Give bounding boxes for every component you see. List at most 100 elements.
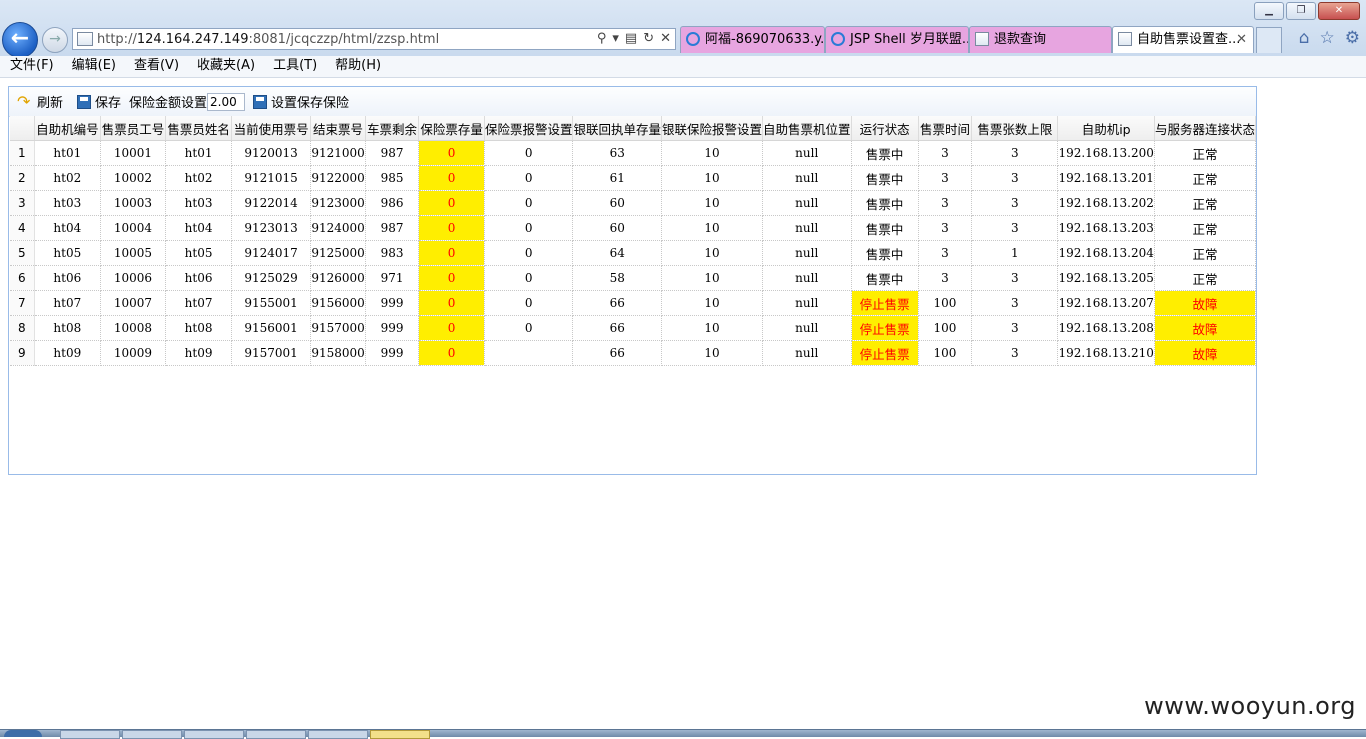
table-cell[interactable]: 100	[918, 290, 973, 316]
table-cell[interactable]: 0	[484, 290, 574, 316]
table-cell[interactable]: ht07	[165, 290, 232, 316]
taskbar-item[interactable]	[184, 730, 244, 739]
table-cell[interactable]: 985	[365, 165, 420, 191]
table-cell[interactable]: 9124000	[310, 215, 366, 241]
table-cell[interactable]: 正常	[1154, 190, 1257, 216]
table-cell[interactable]: 987	[365, 140, 420, 166]
table-cell[interactable]: 10	[661, 165, 763, 191]
table-cell[interactable]: 3	[918, 265, 973, 291]
browser-tab-4[interactable]: 自助售票设置查... ✕	[1112, 26, 1254, 53]
table-cell[interactable]: 9121000	[310, 140, 366, 166]
table-cell[interactable]: 正常	[1154, 265, 1257, 291]
table-cell[interactable]: 0	[418, 140, 485, 166]
menu-item-5[interactable]: 工具(T)	[263, 56, 325, 77]
table-cell[interactable]: ht02	[165, 165, 232, 191]
browser-tab-3[interactable]: 退款查询	[969, 26, 1112, 53]
table-cell[interactable]: ht05	[165, 240, 232, 266]
table-cell[interactable]: 3	[971, 140, 1059, 166]
column-header[interactable]: 售票员姓名	[165, 116, 232, 141]
table-cell[interactable]: 9158000	[310, 340, 366, 366]
table-cell[interactable]: 0	[484, 190, 574, 216]
column-header[interactable]: 银联保险报警设置	[661, 116, 763, 141]
table-cell[interactable]: null	[762, 340, 852, 366]
table-cell[interactable]: ht09	[34, 340, 101, 366]
table-cell[interactable]: 故障	[1154, 290, 1257, 316]
table-cell[interactable]: null	[762, 240, 852, 266]
table-cell[interactable]: 9122014	[231, 190, 312, 216]
menu-item-4[interactable]: 收藏夹(A)	[187, 56, 263, 77]
column-header[interactable]: 自助售票机位置	[762, 116, 852, 141]
table-cell[interactable]: 0	[484, 215, 574, 241]
column-header[interactable]: 当前使用票号	[231, 116, 312, 141]
table-cell[interactable]: 故障	[1154, 340, 1257, 366]
table-cell[interactable]: 10007	[100, 290, 167, 316]
refresh-button[interactable]: ↷ 刷新	[17, 92, 63, 111]
table-cell[interactable]: null	[762, 215, 852, 241]
table-cell[interactable]: 10	[661, 215, 763, 241]
table-cell[interactable]: 999	[365, 340, 420, 366]
compat-view-icon[interactable]: ▤	[625, 31, 637, 46]
table-cell[interactable]: 0	[418, 165, 485, 191]
table-cell[interactable]: 0	[484, 265, 574, 291]
table-cell[interactable]: 正常	[1154, 215, 1257, 241]
table-cell[interactable]: 10005	[100, 240, 167, 266]
column-header[interactable]: 售票员工号	[100, 116, 167, 141]
table-cell[interactable]: 10009	[100, 340, 167, 366]
table-cell[interactable]: 0	[484, 315, 574, 341]
table-cell[interactable]: null	[762, 140, 852, 166]
close-window-button[interactable]: ✕	[1318, 2, 1360, 20]
column-header[interactable]: 与服务器连接状态	[1154, 116, 1257, 141]
table-cell[interactable]: ht05	[34, 240, 101, 266]
table-cell[interactable]: 0	[418, 240, 485, 266]
table-cell[interactable]: 0	[484, 140, 574, 166]
table-cell[interactable]: ht07	[34, 290, 101, 316]
table-cell[interactable]: 10	[661, 265, 763, 291]
maximize-button[interactable]: ❐	[1286, 2, 1316, 20]
table-cell[interactable]: 10001	[100, 140, 167, 166]
address-bar[interactable]: http://124.164.247.149:8081/jcqczzp/html…	[72, 28, 676, 50]
table-cell[interactable]: ht04	[165, 215, 232, 241]
table-cell[interactable]: 3	[971, 340, 1059, 366]
table-cell[interactable]: 9120013	[231, 140, 312, 166]
table-cell[interactable]: 9157000	[310, 315, 366, 341]
back-button[interactable]: ←	[2, 22, 38, 58]
forward-button[interactable]: →	[42, 27, 68, 53]
table-cell[interactable]: 192.168.13.201	[1057, 165, 1155, 191]
table-cell[interactable]: 999	[365, 315, 420, 341]
table-cell[interactable]: 9156000	[310, 290, 366, 316]
table-cell[interactable]: 999	[365, 290, 420, 316]
menu-item-2[interactable]: 编辑(E)	[62, 56, 124, 77]
tab-close-icon[interactable]: ✕	[1236, 27, 1247, 53]
table-cell[interactable]: 3	[918, 165, 973, 191]
table-cell[interactable]: 10	[661, 290, 763, 316]
save-insurance-button[interactable]: 设置保存保险	[253, 92, 349, 111]
table-cell[interactable]: 9125000	[310, 240, 366, 266]
column-header[interactable]: 保险票报警设置	[484, 116, 574, 141]
table-row[interactable]: 5 ht05 10005 ht05 9124017 9125000 983 0 0 64 10 nul…	[10, 240, 1257, 266]
menu-item-1[interactable]: 文件(F)	[0, 56, 62, 77]
table-cell[interactable]: ht06	[34, 265, 101, 291]
table-cell[interactable]: 0	[418, 190, 485, 216]
menu-item-3[interactable]: 查看(V)	[124, 56, 187, 77]
column-header[interactable]: 车票剩余	[365, 116, 420, 141]
table-cell[interactable]: 0	[484, 165, 574, 191]
table-cell[interactable]: 0	[418, 290, 485, 316]
column-header[interactable]: 售票张数上限	[971, 116, 1059, 141]
home-icon[interactable]: ⌂	[1299, 28, 1310, 48]
search-icon[interactable]: ⚲	[597, 31, 607, 46]
table-cell[interactable]: 9156001	[231, 315, 312, 341]
table-cell[interactable]: 192.168.13.207	[1057, 290, 1155, 316]
table-cell[interactable]: 3	[971, 190, 1059, 216]
column-header[interactable]: 运行状态	[851, 116, 919, 141]
table-cell[interactable]: 63	[572, 140, 662, 166]
column-header[interactable]: 自助机ip	[1057, 116, 1155, 141]
table-row[interactable]: 3 ht03 10003 ht03 9122014 9123000 986 0 0 60 10 nul…	[10, 190, 1257, 216]
table-cell[interactable]: 0	[418, 315, 485, 341]
table-cell[interactable]: ht01	[34, 140, 101, 166]
table-cell[interactable]: 停止售票	[851, 290, 919, 316]
table-cell[interactable]: 10	[661, 190, 763, 216]
menu-item-6[interactable]: 帮助(H)	[325, 56, 389, 77]
table-cell[interactable]: 9125029	[231, 265, 312, 291]
table-cell[interactable]: 100	[918, 315, 973, 341]
table-cell[interactable]: 100	[918, 340, 973, 366]
